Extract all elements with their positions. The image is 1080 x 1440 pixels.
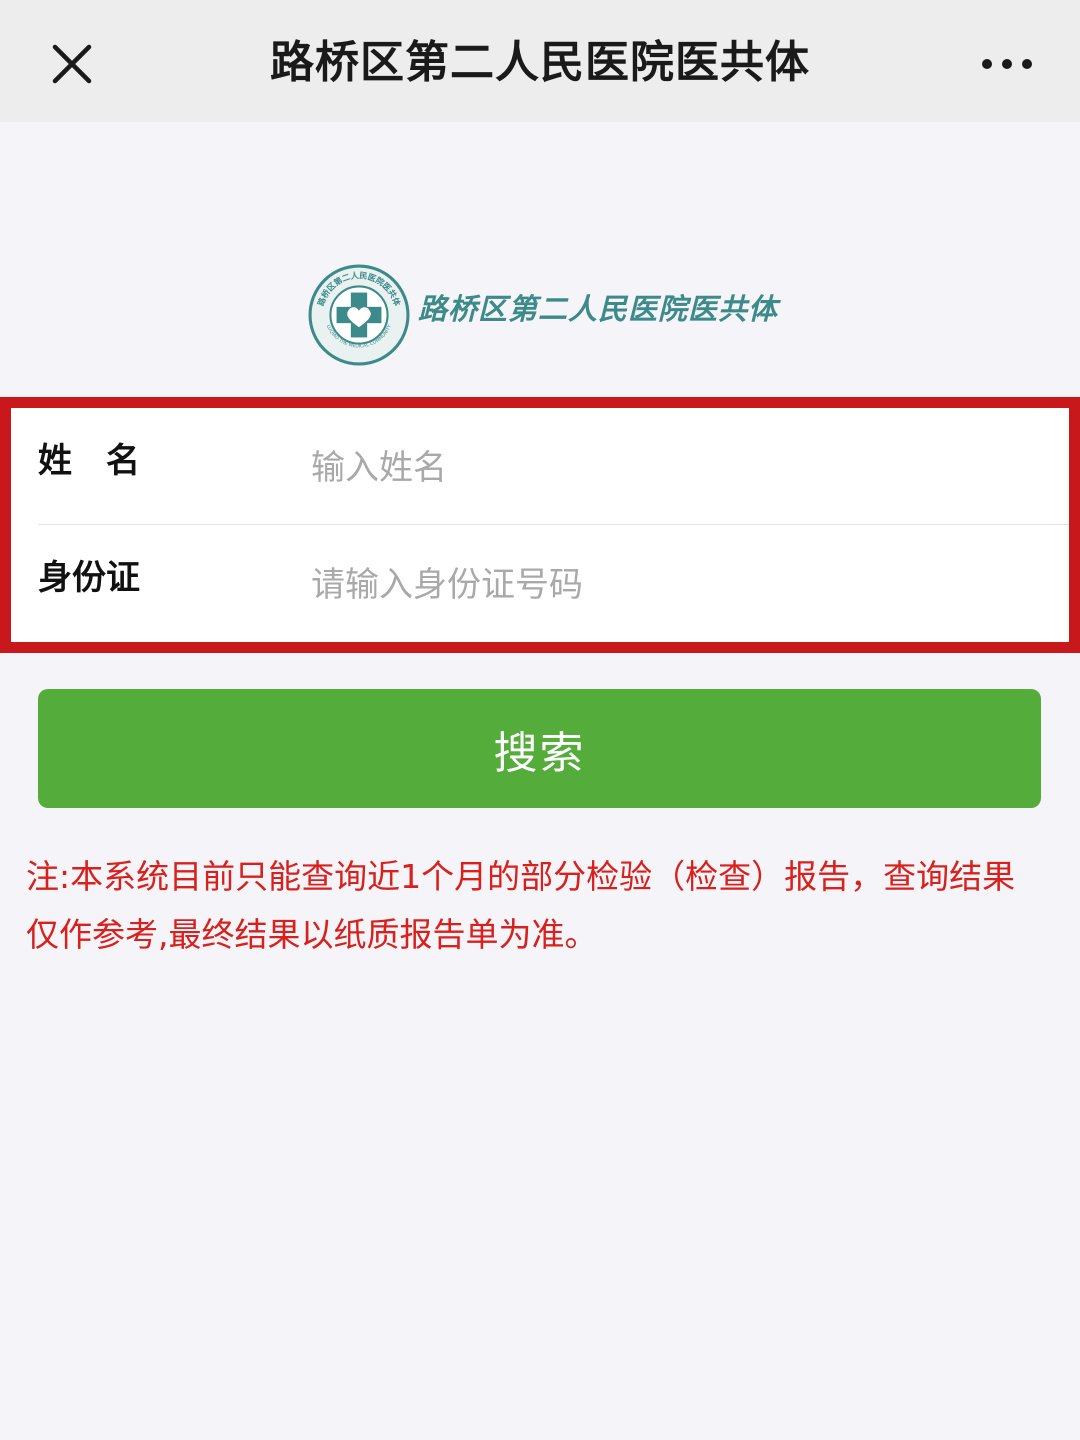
logo-text: 路桥区第二人民医院医共体: [418, 292, 779, 326]
more-options-button[interactable]: [975, 44, 1039, 84]
hospital-cross-heart-logo: 路桥区第二人民医院医共体 LUQIAO THE MEDICAL COMMUNIT…: [308, 264, 410, 366]
page-title: 路桥区第二人民医院医共体: [270, 37, 810, 88]
name-row: 姓 名: [11, 408, 1069, 525]
query-form: 姓 名 身份证: [0, 397, 1080, 653]
name-input[interactable]: [311, 430, 1051, 506]
close-button[interactable]: [46, 38, 98, 90]
id-card-input[interactable]: [311, 547, 1051, 623]
top-nav-bar: 路桥区第二人民医院医共体: [0, 0, 1080, 122]
id-card-label: 身份证: [38, 558, 140, 598]
hospital-logo: 路桥区第二人民医院医共体 LUQIAO THE MEDICAL COMMUNIT…: [308, 262, 777, 366]
more-dots-icon: [982, 59, 1032, 69]
search-button[interactable]: 搜索: [38, 689, 1041, 808]
notice-text: 注:本系统目前只能查询近1个月的部分检验（检查）报告，查询结果仅作参考,最终结果…: [26, 857, 1016, 954]
close-icon: [52, 44, 92, 84]
name-label: 姓 名: [38, 441, 140, 481]
id-card-row: 身份证: [11, 525, 1069, 642]
